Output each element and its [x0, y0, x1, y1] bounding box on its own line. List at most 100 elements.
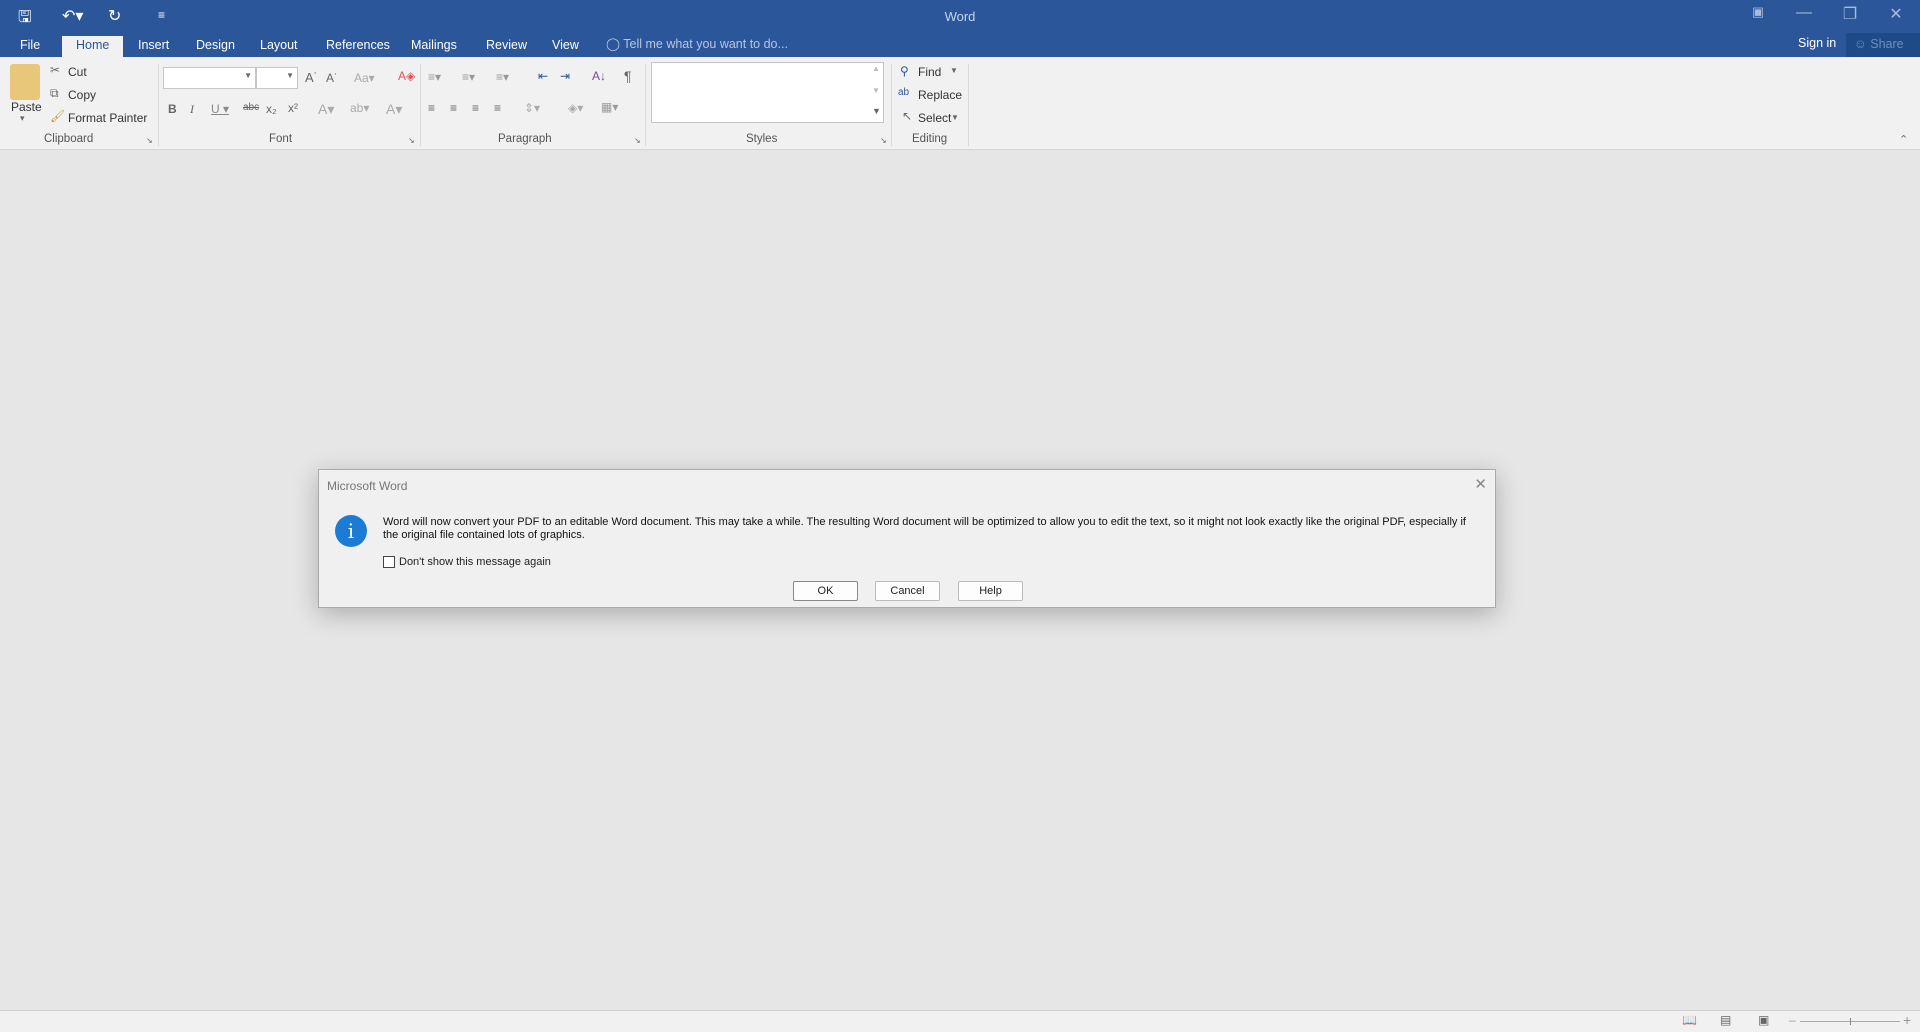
app-title: Word	[944, 9, 976, 24]
multilevel-list-icon[interactable]: ≡▾	[496, 70, 509, 84]
tab-layout[interactable]: Layout	[250, 36, 308, 57]
text-effects-icon[interactable]: A▾	[318, 101, 334, 118]
sort-icon[interactable]: A↓	[592, 69, 606, 83]
highlight-icon[interactable]: ab▾	[350, 101, 369, 115]
read-mode-icon[interactable]: 📖	[1682, 1013, 1697, 1027]
lightbulb-icon: ◯	[606, 37, 624, 51]
paste-icon[interactable]	[10, 64, 40, 100]
clipboard-launcher-icon[interactable]: ↘	[146, 136, 153, 145]
dont-show-again-checkbox[interactable]: Don't show this message again	[383, 556, 551, 568]
paragraph-launcher-icon[interactable]: ↘	[634, 136, 641, 145]
dialog-message: Word will now convert your PDF to an edi…	[383, 516, 1466, 541]
tab-file[interactable]: File	[10, 36, 50, 57]
underline-icon[interactable]: U ▾	[211, 102, 229, 116]
borders-icon[interactable]: ▦▾	[601, 100, 618, 114]
font-name-dropdown[interactable]: ▼	[163, 67, 256, 89]
align-right-icon[interactable]: ≡	[472, 101, 479, 115]
divider	[420, 64, 421, 146]
styles-launcher-icon[interactable]: ↘	[880, 136, 887, 145]
tab-insert[interactable]: Insert	[128, 36, 179, 57]
styles-more-icon[interactable]: ▼	[872, 106, 881, 116]
styles-scroll-down-icon[interactable]: ▼	[872, 86, 880, 95]
zoom-in-icon[interactable]: +	[1903, 1012, 1911, 1028]
paste-button[interactable]: Paste	[11, 100, 42, 114]
line-spacing-icon[interactable]: ⇕▾	[524, 101, 540, 115]
share-button[interactable]: ☺ Share	[1846, 33, 1920, 57]
restore-icon[interactable]: ❐	[1830, 4, 1870, 24]
select-cursor-icon: ↖	[902, 109, 913, 123]
print-layout-icon[interactable]: ▤	[1720, 1013, 1731, 1027]
dialog-title: Microsoft Word	[327, 479, 408, 493]
tab-design[interactable]: Design	[186, 36, 245, 57]
shading-icon[interactable]: ◈▾	[568, 101, 583, 115]
editing-group-label: Editing	[912, 133, 948, 145]
superscript-icon[interactable]: x²	[288, 101, 298, 115]
tab-references[interactable]: References	[316, 36, 400, 57]
bold-icon[interactable]: B	[168, 102, 177, 116]
find-button[interactable]: Find	[918, 65, 941, 79]
cut-button[interactable]: Cut	[68, 65, 87, 79]
cut-icon: ✂	[50, 63, 61, 77]
strikethrough-icon[interactable]: abc	[243, 102, 259, 113]
font-size-dropdown[interactable]: ▼	[256, 67, 298, 89]
zoom-slider[interactable]	[1800, 1018, 1900, 1025]
minimize-icon[interactable]: —	[1784, 4, 1824, 22]
tab-view[interactable]: View	[542, 36, 589, 57]
zoom-slider-thumb[interactable]	[1850, 1018, 1851, 1025]
ok-button[interactable]: OK	[793, 581, 858, 601]
tell-me-search[interactable]: ◯ Tell me what you want to do...	[606, 36, 788, 51]
styles-group-label: Styles	[746, 133, 778, 145]
align-left-icon[interactable]: ≡	[428, 101, 435, 115]
show-formatting-icon[interactable]: ¶	[624, 68, 632, 84]
checkbox-box[interactable]	[383, 556, 395, 568]
grow-font-icon[interactable]: A˙	[305, 70, 318, 85]
increase-indent-icon[interactable]: ⇥	[560, 69, 570, 83]
change-case-icon[interactable]: Aa▾	[354, 71, 375, 85]
help-button[interactable]: Help	[958, 581, 1023, 601]
numbering-icon[interactable]: ≡▾	[462, 70, 475, 84]
subscript-icon[interactable]: x₂	[266, 102, 277, 116]
sign-in-link[interactable]: Sign in	[1798, 36, 1836, 50]
ribbon-display-icon[interactable]: ▣	[1738, 4, 1778, 20]
close-icon[interactable]: ✕	[1876, 4, 1916, 24]
chevron-down-icon[interactable]: ▼	[951, 113, 959, 122]
divider	[645, 64, 646, 146]
styles-gallery[interactable]	[651, 62, 884, 123]
web-layout-icon[interactable]: ▣	[1758, 1013, 1769, 1027]
chevron-down-icon[interactable]: ▼	[950, 66, 958, 75]
divider	[891, 64, 892, 146]
zoom-out-icon[interactable]: –	[1789, 1013, 1796, 1027]
format-painter-button[interactable]: Format Painter	[68, 111, 147, 125]
font-group-label: Font	[269, 133, 293, 145]
tab-review[interactable]: Review	[476, 36, 537, 57]
status-bar: 📖 ▤ ▣ – +	[0, 1010, 1920, 1032]
divider	[968, 64, 969, 146]
copy-icon: ⧉	[50, 86, 59, 100]
person-icon: ☺	[1854, 37, 1871, 51]
clipboard-group-label: Clipboard	[44, 133, 94, 145]
shrink-font-icon[interactable]: A˙	[326, 71, 338, 85]
font-launcher-icon[interactable]: ↘	[408, 136, 415, 145]
close-icon[interactable]: ✕	[1474, 475, 1487, 493]
copy-button[interactable]: Copy	[68, 88, 96, 102]
italic-icon[interactable]: I	[190, 102, 194, 117]
select-button[interactable]: Select	[918, 111, 951, 125]
cancel-button[interactable]: Cancel	[875, 581, 940, 601]
collapse-ribbon-icon[interactable]: ⌃	[1899, 133, 1908, 146]
paste-dropdown-icon[interactable]: ▾	[20, 113, 25, 124]
tab-mailings[interactable]: Mailings	[401, 36, 467, 57]
tab-home[interactable]: Home	[62, 36, 124, 57]
replace-button[interactable]: Replace	[918, 88, 962, 102]
bullets-icon[interactable]: ≡▾	[428, 70, 441, 84]
clear-formatting-icon[interactable]: A◈	[398, 69, 415, 83]
divider	[158, 64, 159, 146]
chevron-down-icon: ▼	[244, 71, 252, 80]
chevron-down-icon: ▼	[286, 71, 294, 80]
align-center-icon[interactable]: ≡	[450, 101, 457, 115]
decrease-indent-icon[interactable]: ⇤	[538, 69, 548, 83]
find-icon: ⚲	[900, 64, 909, 78]
justify-icon[interactable]: ≡	[494, 101, 501, 115]
title-bar: 🖫 ↶▾ ↻ ≡ Word ▣ — ❐ ✕ File Home Insert D…	[0, 0, 1920, 57]
font-color-icon[interactable]: A▾	[386, 101, 402, 118]
styles-scroll-up-icon[interactable]: ▲	[872, 64, 880, 73]
